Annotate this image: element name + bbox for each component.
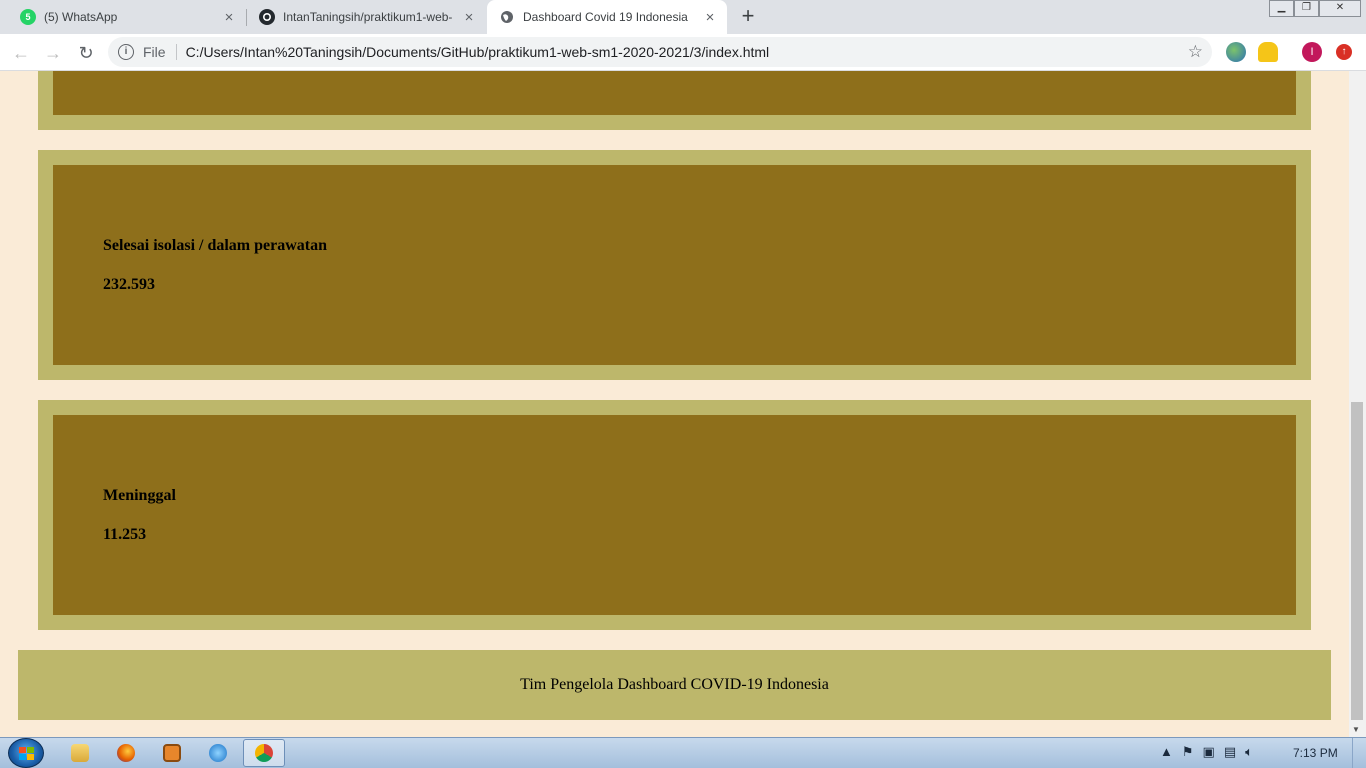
internet-explorer-icon	[209, 744, 227, 762]
tab-title: Dashboard Covid 19 Indonesia	[523, 10, 688, 24]
tab-strip: 5 (5) WhatsApp × IntanTaningsih/praktiku…	[0, 0, 1366, 34]
new-tab-button[interactable]: +	[736, 5, 760, 29]
stat-value: 11.253	[103, 526, 147, 543]
stat-label: Meninggal	[103, 487, 176, 504]
stat-card-recovered: Selesai isolasi / dalam perawatan 232.59…	[38, 150, 1311, 380]
back-button[interactable]: ←	[8, 40, 34, 66]
scrollbar-thumb[interactable]	[1351, 402, 1363, 720]
taskbar-chrome[interactable]	[243, 739, 285, 767]
tab-whatsapp[interactable]: 5 (5) WhatsApp ×	[0, 0, 246, 34]
tab-dashboard[interactable]: Dashboard Covid 19 Indonesia ×	[487, 0, 727, 34]
media-player-icon	[163, 744, 181, 762]
action-center-flag-icon[interactable]: ⚑	[1182, 744, 1194, 760]
bookmark-star-icon[interactable]: ☆	[1188, 42, 1203, 62]
page-viewport: Selesai isolasi / dalam perawatan 232.59…	[0, 71, 1366, 737]
device-icon[interactable]: ▣	[1203, 744, 1215, 760]
start-button[interactable]	[8, 738, 44, 768]
stat-card-inner: Meninggal 11.253	[53, 415, 1296, 615]
omnibox-divider	[175, 44, 177, 60]
whatsapp-icon: 5	[20, 9, 36, 25]
minimize-button[interactable]: ▁	[1269, 0, 1294, 17]
url-text[interactable]: C:/Users/Intan%20Taningsih/Documents/Git…	[186, 44, 1188, 60]
show-desktop-button[interactable]	[1352, 738, 1366, 768]
stat-card-deaths: Meninggal 11.253	[38, 400, 1311, 630]
windows-logo-icon	[19, 747, 34, 760]
taskbar-clock[interactable]: 7:13 PM	[1293, 746, 1338, 760]
stat-card-inner	[53, 71, 1296, 115]
stat-value: 232.593	[103, 276, 155, 293]
scroll-down-arrow-icon[interactable]: ▼	[1352, 725, 1360, 734]
close-window-button[interactable]: ✕	[1319, 0, 1361, 17]
stat-label: Selesai isolasi / dalam perawatan	[103, 237, 328, 254]
address-bar[interactable]: i File C:/Users/Intan%20Taningsih/Docume…	[108, 37, 1212, 67]
file-explorer-icon	[71, 744, 89, 762]
update-icon[interactable]: ↑	[1336, 44, 1352, 60]
forward-button[interactable]: →	[40, 40, 66, 66]
tab-github[interactable]: IntanTaningsih/praktikum1-web- ×	[239, 0, 486, 34]
tray-expand-icon[interactable]: ▲	[1160, 744, 1173, 760]
extension-ghost-icon[interactable]	[1258, 42, 1278, 62]
reload-button[interactable]: ↻	[73, 40, 99, 66]
chrome-icon	[255, 744, 273, 762]
tab-title: (5) WhatsApp	[44, 10, 118, 24]
taskbar-media-player[interactable]	[151, 739, 193, 767]
tab-title: IntanTaningsih/praktikum1-web-	[283, 10, 453, 24]
info-icon[interactable]: i	[118, 44, 134, 60]
system-tray: ▲ ⚑ ▣ ▤ 🔈︎	[1160, 744, 1253, 760]
taskbar-internet-explorer[interactable]	[197, 739, 239, 767]
stat-card-inner: Selesai isolasi / dalam perawatan 232.59…	[53, 165, 1296, 365]
close-tab-icon[interactable]: ×	[461, 9, 477, 26]
network-icon[interactable]: ▤	[1224, 744, 1236, 760]
extension-globe-icon[interactable]	[1226, 42, 1246, 62]
close-tab-icon[interactable]: ×	[702, 9, 718, 26]
close-tab-icon[interactable]: ×	[221, 9, 237, 26]
restore-button[interactable]: ❐	[1294, 0, 1319, 17]
page-footer: Tim Pengelola Dashboard COVID-19 Indones…	[18, 650, 1331, 720]
stat-card-previous	[38, 71, 1311, 130]
globe-icon	[499, 9, 515, 25]
taskbar-file-explorer[interactable]	[59, 739, 101, 767]
profile-avatar[interactable]: I	[1302, 42, 1322, 62]
scheme-label: File	[143, 44, 166, 60]
volume-icon[interactable]: 🔈︎	[1245, 744, 1253, 760]
firefox-icon	[117, 744, 135, 762]
taskbar-firefox[interactable]	[105, 739, 147, 767]
browser-toolbar: ← → ↻ i File C:/Users/Intan%20Taningsih/…	[0, 34, 1366, 71]
footer-text: Tim Pengelola Dashboard COVID-19 Indones…	[520, 676, 829, 693]
windows-taskbar: ▲ ⚑ ▣ ▤ 🔈︎ 7:13 PM	[0, 737, 1366, 768]
github-icon	[259, 9, 275, 25]
vertical-scrollbar[interactable]: ▼	[1349, 71, 1366, 737]
